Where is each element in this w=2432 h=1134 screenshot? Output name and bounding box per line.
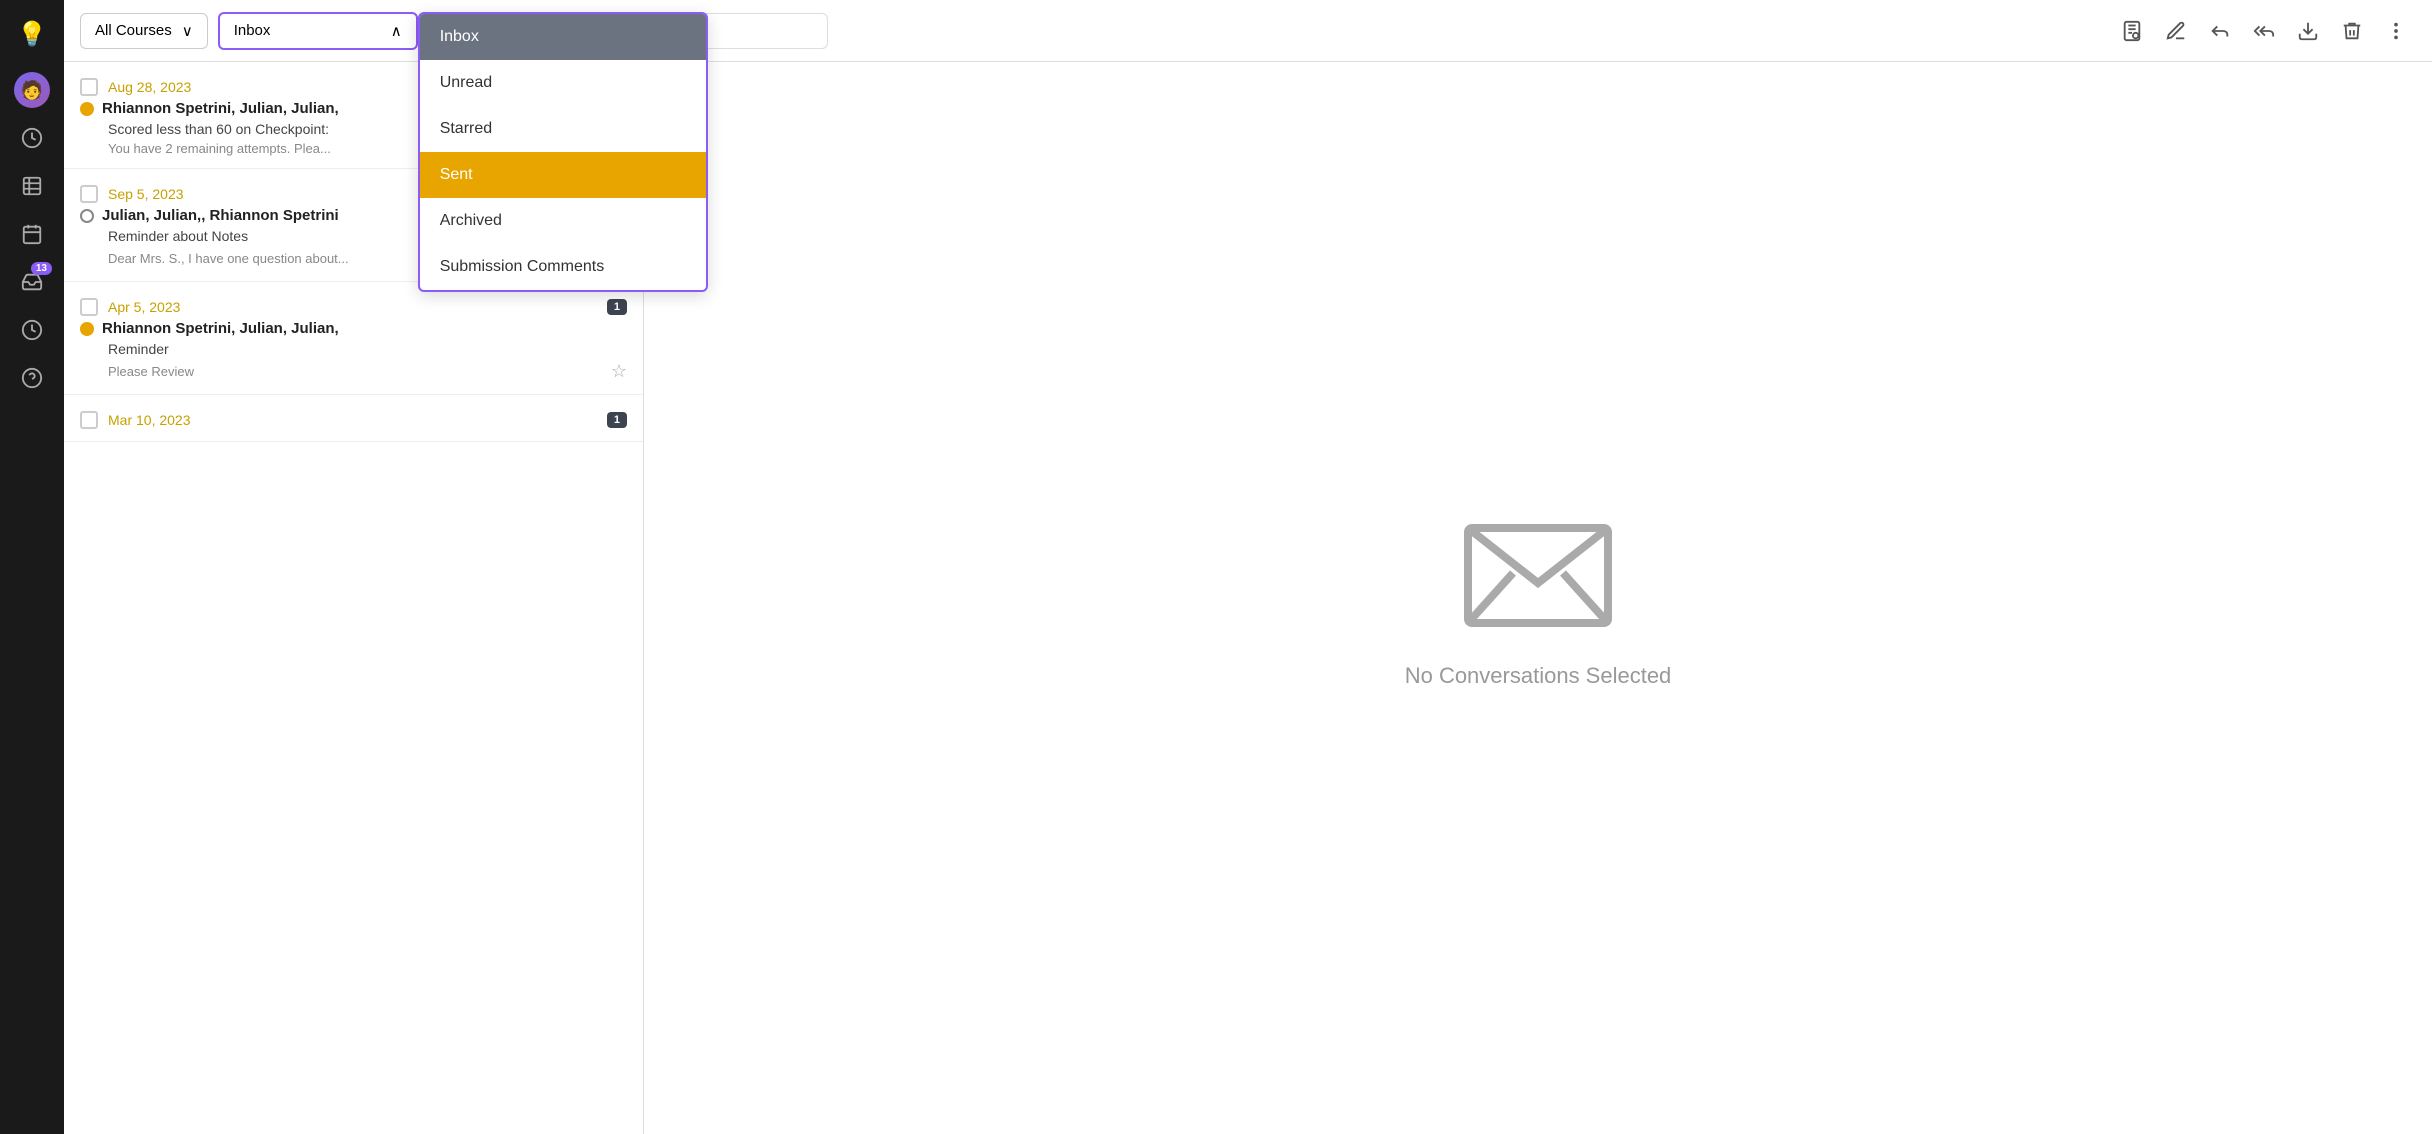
reply-button[interactable] [2200,11,2240,51]
avatar-icon[interactable]: 🧑 [10,68,54,112]
message-item[interactable]: Apr 5, 2023 1 Rhiannon Spetrini, Julian,… [64,282,643,395]
compose-button[interactable] [2156,11,2196,51]
all-courses-label: All Courses [95,22,172,39]
more-icon [2385,20,2407,42]
toolbar-actions [2112,11,2416,51]
unread-indicator-3 [80,322,94,336]
inbox-badge: 13 [31,262,52,275]
dropdown-item-inbox[interactable]: Inbox [420,14,706,60]
dropdown-item-unread[interactable]: Unread [420,60,706,106]
inbox-dropdown: Inbox Unread Starred Sent Archived Submi… [418,12,708,292]
address-book-button[interactable] [2112,11,2152,51]
reply-all-icon [2253,20,2275,42]
msg-date-4: Mar 10, 2023 [108,412,597,428]
msg-sender-1: Rhiannon Spetrini, Julian, Julian, [102,100,339,117]
dropdown-item-sent[interactable]: Sent [420,152,706,198]
dropdown-item-submission-comments[interactable]: Submission Comments [420,244,706,290]
msg-checkbox-3[interactable] [80,298,98,316]
delete-icon [2341,20,2363,42]
msg-sender-2: Julian, Julian,, Rhiannon Spetrini [102,207,339,224]
logo-icon[interactable]: 💡 [10,12,54,56]
inbox-label: Inbox [234,22,271,39]
inbox-select-wrapper: Inbox ∧ Inbox Unread Starred Sent Archiv… [218,12,418,50]
dropdown-item-archived[interactable]: Archived [420,198,706,244]
msg-preview-3: Please Review ☆ [80,361,627,382]
msg-badge-3: 1 [607,299,627,315]
dropdown-item-starred[interactable]: Starred [420,106,706,152]
no-conversation-text: No Conversations Selected [1405,663,1672,689]
star-empty-icon-3[interactable]: ☆ [611,361,627,382]
more-button[interactable] [2376,11,2416,51]
calendar-icon[interactable] [10,212,54,256]
download-button[interactable] [2288,11,2328,51]
message-item[interactable]: Mar 10, 2023 1 [64,395,643,442]
compose-icon [2165,20,2187,42]
history-icon[interactable] [10,308,54,352]
main-content: All Courses ∨ Inbox ∧ Inbox Unread Starr… [64,0,2432,1134]
inbox-select[interactable]: Inbox ∧ [218,12,418,50]
reply-all-button[interactable] [2244,11,2284,51]
msg-checkbox-2[interactable] [80,185,98,203]
envelope-icon [1458,508,1618,643]
toolbar: All Courses ∨ Inbox ∧ Inbox Unread Starr… [64,0,2432,62]
reply-icon [2209,20,2231,42]
inbox-icon[interactable]: 13 [10,260,54,304]
chevron-up-icon: ∧ [391,22,402,40]
msg-date-3: Apr 5, 2023 [108,299,597,315]
address-book-icon [2121,20,2143,42]
all-courses-select[interactable]: All Courses ∨ [80,13,208,49]
msg-subject-3: Reminder [80,341,627,357]
unread-indicator-1 [80,102,94,116]
download-icon [2297,20,2319,42]
notebook-icon[interactable] [10,164,54,208]
read-indicator-2 [80,209,94,223]
msg-badge-4: 1 [607,412,627,428]
recent-icon[interactable] [10,116,54,160]
msg-sender-3: Rhiannon Spetrini, Julian, Julian, [102,320,339,337]
msg-checkbox-1[interactable] [80,78,98,96]
sidebar: 💡 🧑 13 [0,0,64,1134]
delete-button[interactable] [2332,11,2372,51]
chevron-down-icon: ∨ [182,22,193,40]
help-icon[interactable] [10,356,54,400]
msg-checkbox-4[interactable] [80,411,98,429]
detail-pane: No Conversations Selected [644,62,2432,1134]
